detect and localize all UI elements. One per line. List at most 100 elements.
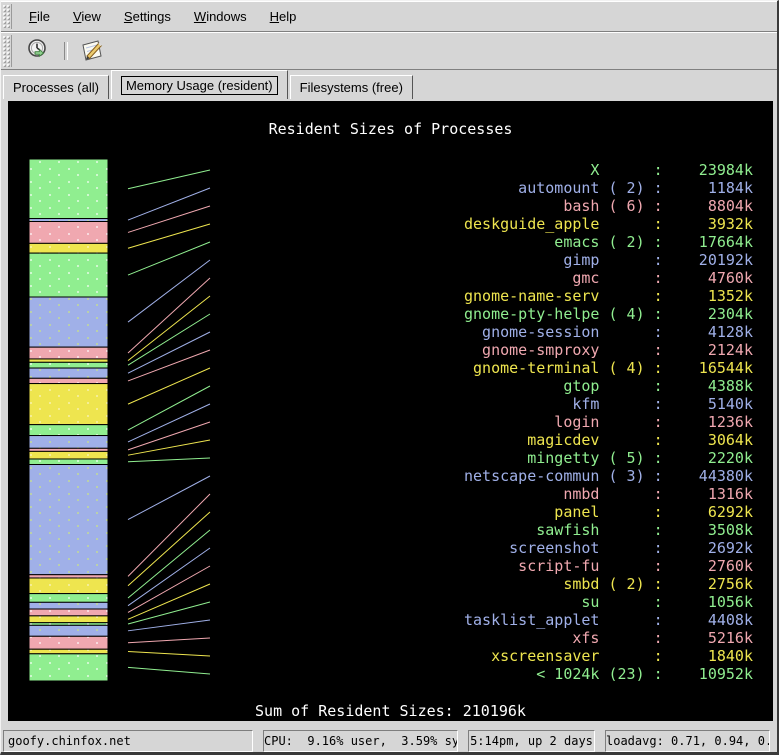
tab-strip: Processes (all) Memory Usage (resident) Fi… [1,70,777,99]
status-bar: goofy.chinfox.net CPU: 9.16% user, 3.59%… [3,730,775,752]
process-row: automount ( 2) : 1184k [464,179,753,197]
connector-line [128,667,210,674]
connector-line [128,350,210,381]
process-row: bash ( 6) : 8804k [464,197,753,215]
process-row: kfm : 5140k [464,395,753,413]
connector-line [128,314,210,365]
process-row: script-fu : 2760k [464,557,753,575]
connector-line [128,332,210,373]
menu-item-file[interactable]: File [19,6,60,27]
run-clock-icon[interactable] [22,36,56,67]
tab-filesystems-free[interactable]: Filesystems (free) [290,75,413,99]
connector-line [128,296,210,361]
connector-line [128,206,210,232]
process-row: panel : 6292k [464,503,753,521]
bar-segment-X [29,159,108,219]
process-row: gnome-smproxy : 2124k [464,341,753,359]
notebook-page: Resident Sizes of Processes X : 23984k a… [1,99,777,727]
connector-line [128,458,210,462]
process-row: xfs : 5216k [464,629,753,647]
chart-area: Resident Sizes of Processes X : 23984k a… [8,101,773,721]
menu-items: FileViewSettingsWindowsHelp [16,6,306,27]
bar-segment-gmc [29,347,108,359]
bar-segment-gnome-name-serv [29,359,108,362]
bar-segment-script-fu [29,609,108,616]
process-row: deskguide_apple : 3932k [464,215,753,233]
menubar-grip-handle[interactable] [2,4,12,29]
connector-line [128,476,210,520]
process-row: xscreensaver : 1840k [464,647,753,665]
bar-segment-mingetty [29,459,108,465]
bar-segment-sawfish [29,594,108,603]
bar-segment-netscape-commun [29,465,108,575]
process-row: gtop : 4388k [464,377,753,395]
menu-bar: FileViewSettingsWindowsHelp [1,1,777,32]
process-row: smbd ( 2) : 2756k [464,575,753,593]
tab-memory-usage-resident[interactable]: Memory Usage (resident) [111,70,288,99]
connector-line [128,512,210,586]
sum-label: Sum of Resident Sizes: 210196k [8,702,773,720]
connector-line [128,188,210,220]
bar-segment-gnome-session [29,368,108,378]
process-row: magicdev : 3064k [464,431,753,449]
process-row: sawfish : 3508k [464,521,753,539]
status-hostname: goofy.chinfox.net [3,730,253,752]
toolbar [1,32,777,69]
process-list: X : 23984k automount ( 2) : 1184k bash (… [464,161,753,683]
process-row: gnome-session : 4128k [464,323,753,341]
tab-label: Memory Usage (resident) [121,76,278,95]
bar-segment-gimp [29,297,108,347]
bar-segment-emacs [29,253,108,297]
menu-item-settings[interactable]: Settings [114,6,181,27]
connector-line [128,548,210,606]
menu-item-windows[interactable]: Windows [184,6,257,27]
bar-segment--1024k [29,654,108,681]
tab-label: Filesystems (free) [300,80,403,95]
bar-segment-magicdev [29,451,108,459]
bar-segment-panel [29,578,108,594]
bar-segment-gnome-terminal [29,384,108,425]
bar-segment-bash [29,222,108,244]
connector-line [128,242,210,275]
bar-segment-screenshot [29,602,108,609]
edit-notepad-icon[interactable] [74,35,110,68]
menu-item-view[interactable]: View [63,6,111,27]
connector-line [128,652,210,656]
connector-line [128,440,210,455]
toolbar-grip-handle[interactable] [2,35,12,66]
bar-segment-kfm [29,436,108,449]
connector-line [128,620,210,631]
tab-processes-all[interactable]: Processes (all) [3,75,109,99]
process-row: netscape-commun ( 3) : 44380k [464,467,753,485]
status-loadavg: loadavg: 0.71, 0.94, 0.98 [605,730,770,752]
menu-item-help[interactable]: Help [260,6,307,27]
status-uptime: 5:14pm, up 2 days [468,730,595,752]
bar-segment-deskguide-apple [29,243,108,253]
bar-segment-tasklist-applet [29,625,108,636]
bar-segment-xfs [29,636,108,649]
process-row: login : 1236k [464,413,753,431]
bar-segment-xscreensaver [29,649,108,654]
process-row: su : 1056k [464,593,753,611]
gtop-window: FileViewSettingsWindowsHelp Processes (a… [0,0,779,755]
process-row: gnome-pty-helpe ( 4) : 2304k [464,305,753,323]
bar-segment-gtop [29,425,108,436]
process-row: gnome-terminal ( 4) : 16544k [464,359,753,377]
status-cpu: CPU: 9.16% user, 3.59% system [263,730,458,752]
bar-segment-gnome-pty-helpe [29,362,108,368]
connector-line [128,638,210,643]
bar-segment-smbd [29,616,108,623]
process-row: gmc : 4760k [464,269,753,287]
connector-line [128,224,210,248]
connector-line [128,368,210,404]
process-row: screenshot : 2692k [464,539,753,557]
toolbar-separator [64,42,68,60]
process-row: gnome-name-serv : 1352k [464,287,753,305]
process-row: nmbd : 1316k [464,485,753,503]
process-row: tasklist_applet : 4408k [464,611,753,629]
connector-line [128,260,210,322]
process-row: X : 23984k [464,161,753,179]
bar-segment-gnome-smproxy [29,378,108,383]
tab-label: Processes (all) [13,80,99,95]
connector-line [128,278,210,353]
